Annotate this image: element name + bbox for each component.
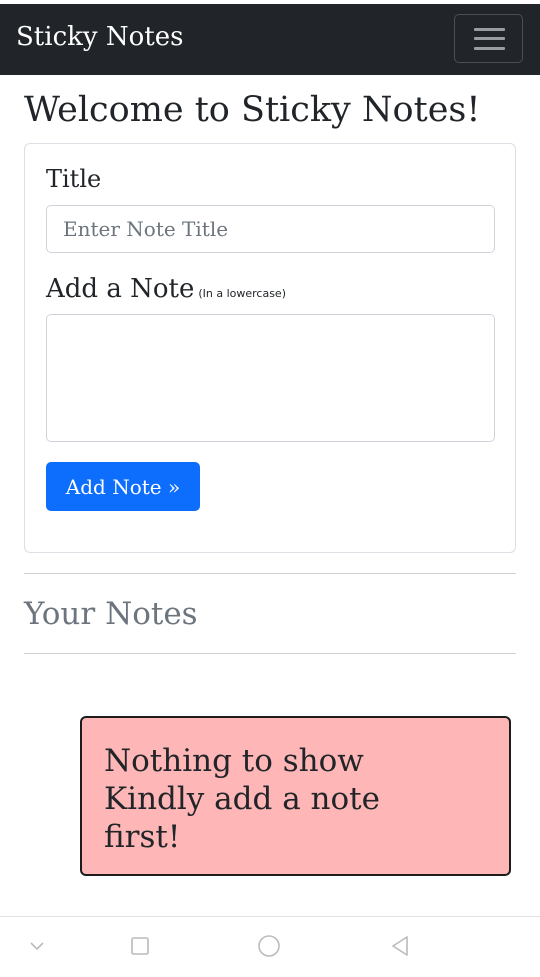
hamburger-icon (474, 28, 505, 50)
circle-icon[interactable] (254, 931, 284, 961)
empty-line: Kindly add a note (104, 781, 380, 817)
divider-top (24, 573, 516, 574)
navbar-brand[interactable]: Sticky Notes (16, 22, 183, 52)
add-note-button[interactable]: Add Note » (46, 462, 200, 511)
empty-line: Nothing to show (104, 743, 364, 779)
chevron-down-icon[interactable] (22, 931, 52, 961)
back-triangle-icon[interactable] (385, 931, 415, 961)
your-notes-heading: Your Notes (24, 596, 198, 632)
title-input[interactable] (46, 205, 495, 253)
note-label: Add a Note (In a lowercase) (46, 274, 286, 304)
navbar-toggler-button[interactable] (454, 14, 523, 63)
title-label: Title (46, 165, 102, 193)
system-navigation-bar (0, 916, 540, 977)
empty-line: first! (104, 819, 181, 855)
page-title: Welcome to Sticky Notes! (24, 90, 481, 130)
empty-notes-message: Nothing to show Kindly add a note first! (80, 716, 511, 876)
note-textarea[interactable] (46, 314, 495, 442)
navbar: Sticky Notes (0, 4, 540, 75)
divider-bottom (24, 653, 516, 654)
note-label-hint: (In a lowercase) (198, 287, 286, 300)
note-label-text: Add a Note (46, 274, 195, 304)
square-icon[interactable] (125, 931, 155, 961)
